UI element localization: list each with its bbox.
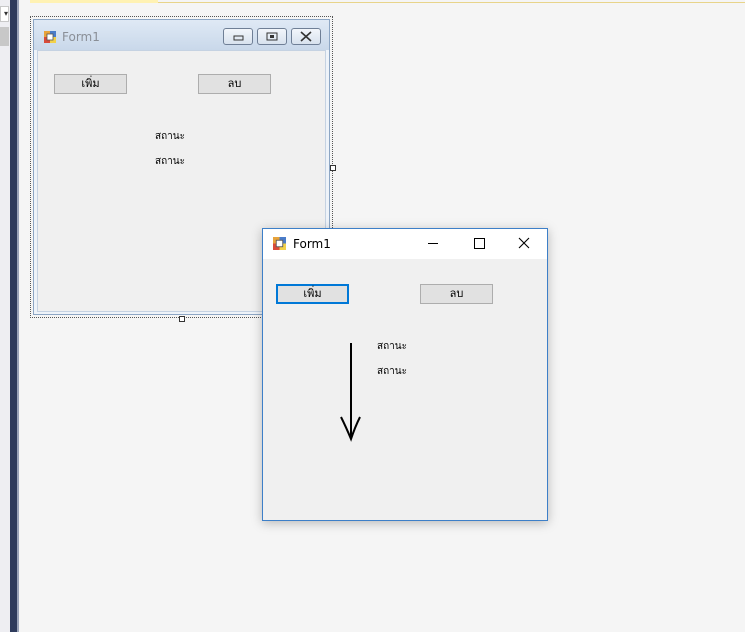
designer-minimize-button[interactable]	[223, 28, 253, 45]
ide-active-tab-indicator	[30, 0, 158, 3]
ide-left-panel	[0, 0, 10, 632]
runtime-maximize-button[interactable]	[456, 229, 502, 259]
ide-panel-divider	[17, 0, 19, 632]
form-app-icon	[273, 237, 286, 250]
designer-status-label-1: สถานะ	[155, 131, 185, 142]
runtime-close-button[interactable]	[501, 229, 547, 259]
resize-handle-right[interactable]	[330, 165, 336, 171]
designer-add-button[interactable]: เพิ่ม	[54, 74, 127, 94]
ide-panel-border	[10, 0, 17, 632]
runtime-delete-button[interactable]: ลบ	[420, 284, 493, 304]
runtime-status-label-2: สถานะ	[377, 366, 407, 377]
ide-tab-strip-line	[158, 2, 745, 3]
close-icon	[300, 31, 312, 42]
minimize-icon	[233, 35, 244, 41]
close-icon	[518, 237, 530, 249]
runtime-form-window[interactable]: Form1 เพิ่ม ลบ สถานะ สถานะ	[262, 228, 548, 521]
runtime-titlebar: Form1	[263, 229, 547, 259]
runtime-form-title: Form1	[293, 237, 331, 251]
designer-close-button[interactable]	[291, 28, 321, 45]
runtime-minimize-button[interactable]	[410, 229, 456, 259]
arrow-down-icon	[340, 343, 361, 442]
maximize-icon	[474, 238, 485, 249]
designer-titlebar: Form1	[34, 20, 329, 50]
resize-handle-bottom[interactable]	[179, 316, 185, 322]
designer-maximize-button[interactable]	[257, 28, 287, 45]
designer-form-title: Form1	[62, 30, 100, 44]
designer-status-label-2: สถานะ	[155, 156, 185, 167]
minimize-icon	[428, 243, 438, 244]
designer-delete-button[interactable]: ลบ	[198, 74, 271, 94]
form-app-icon	[44, 31, 56, 43]
runtime-add-button[interactable]: เพิ่ม	[276, 284, 349, 304]
runtime-status-label-1: สถานะ	[377, 341, 407, 352]
restore-icon	[266, 32, 278, 41]
ide-dropdown[interactable]: ▾	[0, 6, 9, 22]
ide-scrollbar-thumb[interactable]	[0, 27, 9, 46]
